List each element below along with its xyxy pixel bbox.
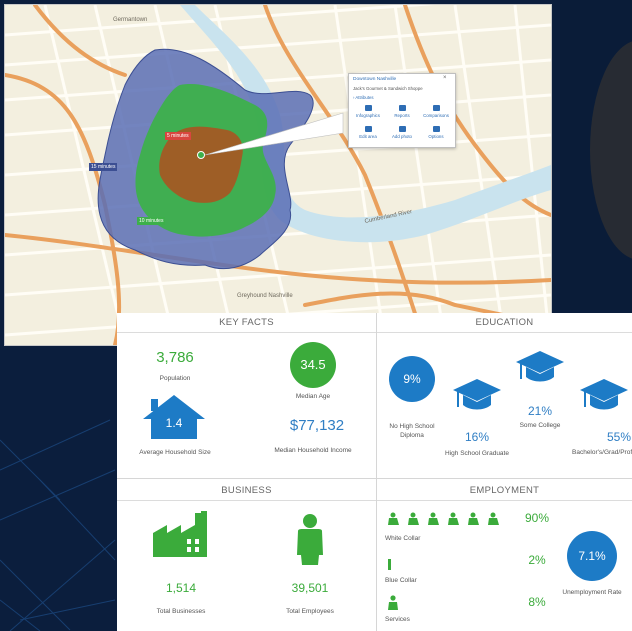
popup-attributes-label: Attributes: [355, 95, 374, 100]
column-divider: [376, 313, 377, 631]
popup-infographics-button[interactable]: Infographics: [351, 105, 385, 118]
graduation-cap-icon: [453, 379, 501, 410]
factory-icon: [153, 511, 207, 557]
median-income-value: $77,132: [289, 417, 345, 434]
ring-badge-15-minutes: 15 minutes: [89, 163, 118, 171]
popup-edit-area-button[interactable]: Edit area: [351, 126, 385, 139]
popup-subtitle: Jack's Gourmet & Sandwich Shoppe: [353, 86, 423, 91]
population-value: 3,786: [156, 349, 194, 366]
ring-badge-5-minutes: 5 minutes: [165, 132, 191, 140]
household-size-value: 1.4: [165, 416, 183, 430]
total-businesses-value: 1,514: [165, 581, 197, 595]
location-popup: Downtown Nashville × Jack's Gourmet & Sa…: [348, 73, 456, 148]
row-divider: [117, 478, 632, 479]
no-high-school-circle: 9%: [389, 356, 435, 402]
infographic-panel: KEY FACTS 3,786 Population 34.5 Median A…: [117, 313, 632, 631]
some-college-label: Some College: [519, 422, 561, 429]
services-worker-icon: [388, 595, 398, 610]
location-pin-icon: [197, 151, 205, 159]
high-school-value: 16%: [464, 430, 490, 444]
popup-comparisons-button[interactable]: Comparisons: [419, 105, 453, 118]
some-college-value: 21%: [527, 404, 553, 418]
popup-title: Downtown Nashville: [353, 77, 397, 82]
employment-heading: EMPLOYMENT: [377, 481, 632, 501]
median-age-circle: 34.5: [290, 342, 336, 388]
map-view[interactable]: Germantown Cumberland River Greyhound Na…: [4, 4, 552, 346]
blue-collar-worker-icon: [388, 559, 391, 570]
ring-badge-10-minutes: 10 minutes: [137, 217, 166, 225]
blue-collar-value: 2%: [528, 553, 546, 567]
unemployment-rate-circle: 7.1%: [567, 531, 617, 581]
blue-collar-label: Blue Collar: [385, 577, 417, 584]
white-collar-label: White Collar: [385, 535, 421, 542]
chart-icon: [364, 105, 372, 111]
median-age-label: Median Age: [295, 393, 331, 400]
median-income-label: Median Household Income: [274, 447, 352, 454]
person-icon: [297, 514, 323, 565]
white-collar-value: 90%: [524, 511, 550, 525]
business-heading: BUSINESS: [117, 481, 376, 501]
popup-reports-button[interactable]: Reports: [385, 105, 419, 118]
popup-close-icon[interactable]: ×: [443, 75, 447, 81]
services-label: Services: [385, 616, 410, 623]
graduation-cap-icon: [516, 351, 564, 382]
key-facts-heading: KEY FACTS: [117, 313, 376, 333]
unemployment-rate-value: 7.1%: [578, 549, 606, 563]
gear-icon: [432, 126, 440, 132]
household-size-label: Average Household Size: [139, 449, 211, 456]
popup-options-button[interactable]: Options: [419, 126, 453, 139]
total-businesses-label: Total Businesses: [156, 608, 206, 615]
popup-attributes-link[interactable]: › Attributes: [353, 95, 374, 100]
graduation-cap-icon: [580, 379, 628, 410]
map-canvas[interactable]: Germantown Cumberland River Greyhound Na…: [5, 5, 551, 345]
high-school-label: High School Graduate: [445, 450, 509, 457]
pencil-icon: [364, 126, 372, 132]
map-label-germantown: Germantown: [113, 17, 147, 23]
population-label: Population: [159, 375, 191, 382]
median-age-value: 34.5: [300, 357, 326, 372]
education-heading: EDUCATION: [377, 313, 632, 333]
compare-icon: [432, 105, 440, 111]
white-collar-workers-icon: [388, 512, 499, 525]
services-value: 8%: [528, 595, 546, 609]
total-employees-label: Total Employees: [286, 608, 334, 615]
popup-add-photo-button[interactable]: Add photo: [385, 126, 419, 139]
no-high-school-label: No High School Diploma: [389, 423, 435, 439]
photo-icon: [398, 126, 406, 132]
bachelors-value: 55%: [606, 430, 631, 444]
map-label-greyhound: Greyhound Nashville: [237, 293, 293, 299]
document-icon: [398, 105, 406, 111]
bachelors-label: Bachelor's/Grad/Prof Degree: [572, 449, 632, 456]
unemployment-rate-label: Unemployment Rate: [562, 589, 622, 596]
total-employees-value: 39,501: [291, 581, 329, 595]
no-high-school-value: 9%: [403, 372, 421, 386]
